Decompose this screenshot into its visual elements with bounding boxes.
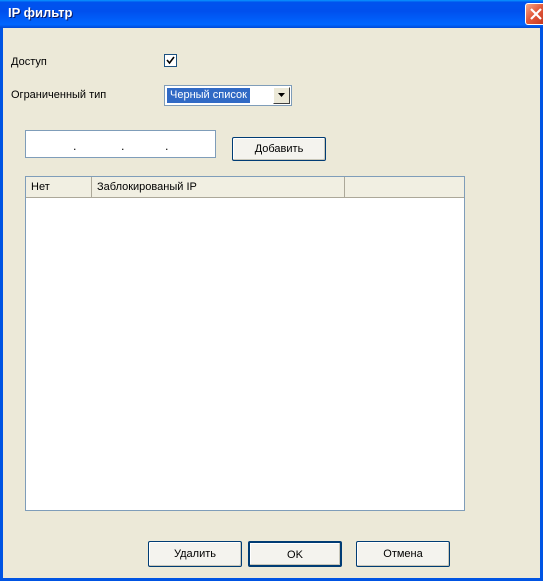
column-header-number[interactable]: Нет [26, 177, 92, 197]
close-icon [530, 8, 542, 20]
ip-dot-3: . [165, 140, 169, 153]
dropdown-button[interactable] [273, 87, 290, 104]
delete-button-label: Удалить [174, 548, 216, 560]
ok-button-label: OK [287, 549, 303, 561]
list-header: Нет Заблокированый IP [26, 177, 464, 198]
ok-button[interactable]: OK [248, 541, 342, 567]
enabled-label: Доступ [11, 56, 47, 68]
delete-button[interactable]: Удалить [148, 541, 242, 567]
column-header-blocked-ip[interactable]: Заблокированый IP [92, 177, 345, 197]
window-title: IP фильтр [8, 5, 73, 20]
column-header-empty[interactable] [345, 177, 464, 197]
ip-dot-1: . [73, 140, 77, 153]
cancel-button-label: Отмена [383, 548, 423, 560]
add-button-label: Добавить [254, 143, 304, 155]
ip-address-input[interactable]: . . . [25, 130, 216, 158]
blocked-ip-list[interactable]: Нет Заблокированый IP [25, 176, 465, 511]
restrict-type-value: Черный список [167, 88, 250, 103]
cancel-button[interactable]: Отмена [356, 541, 450, 567]
ip-dot-2: . [121, 140, 125, 153]
restrict-type-select[interactable]: Черный список [164, 85, 292, 106]
restrict-type-label: Ограниченный тип [11, 89, 107, 101]
add-button[interactable]: Добавить [232, 137, 326, 161]
title-bar[interactable]: IP фильтр [0, 0, 543, 28]
close-button[interactable] [525, 3, 543, 25]
enabled-checkbox[interactable] [164, 54, 177, 67]
ip-filter-dialog: IP фильтр Доступ Ограниченный тип Черный… [0, 0, 543, 581]
chevron-down-icon [278, 93, 285, 97]
checkmark-icon [166, 56, 175, 65]
